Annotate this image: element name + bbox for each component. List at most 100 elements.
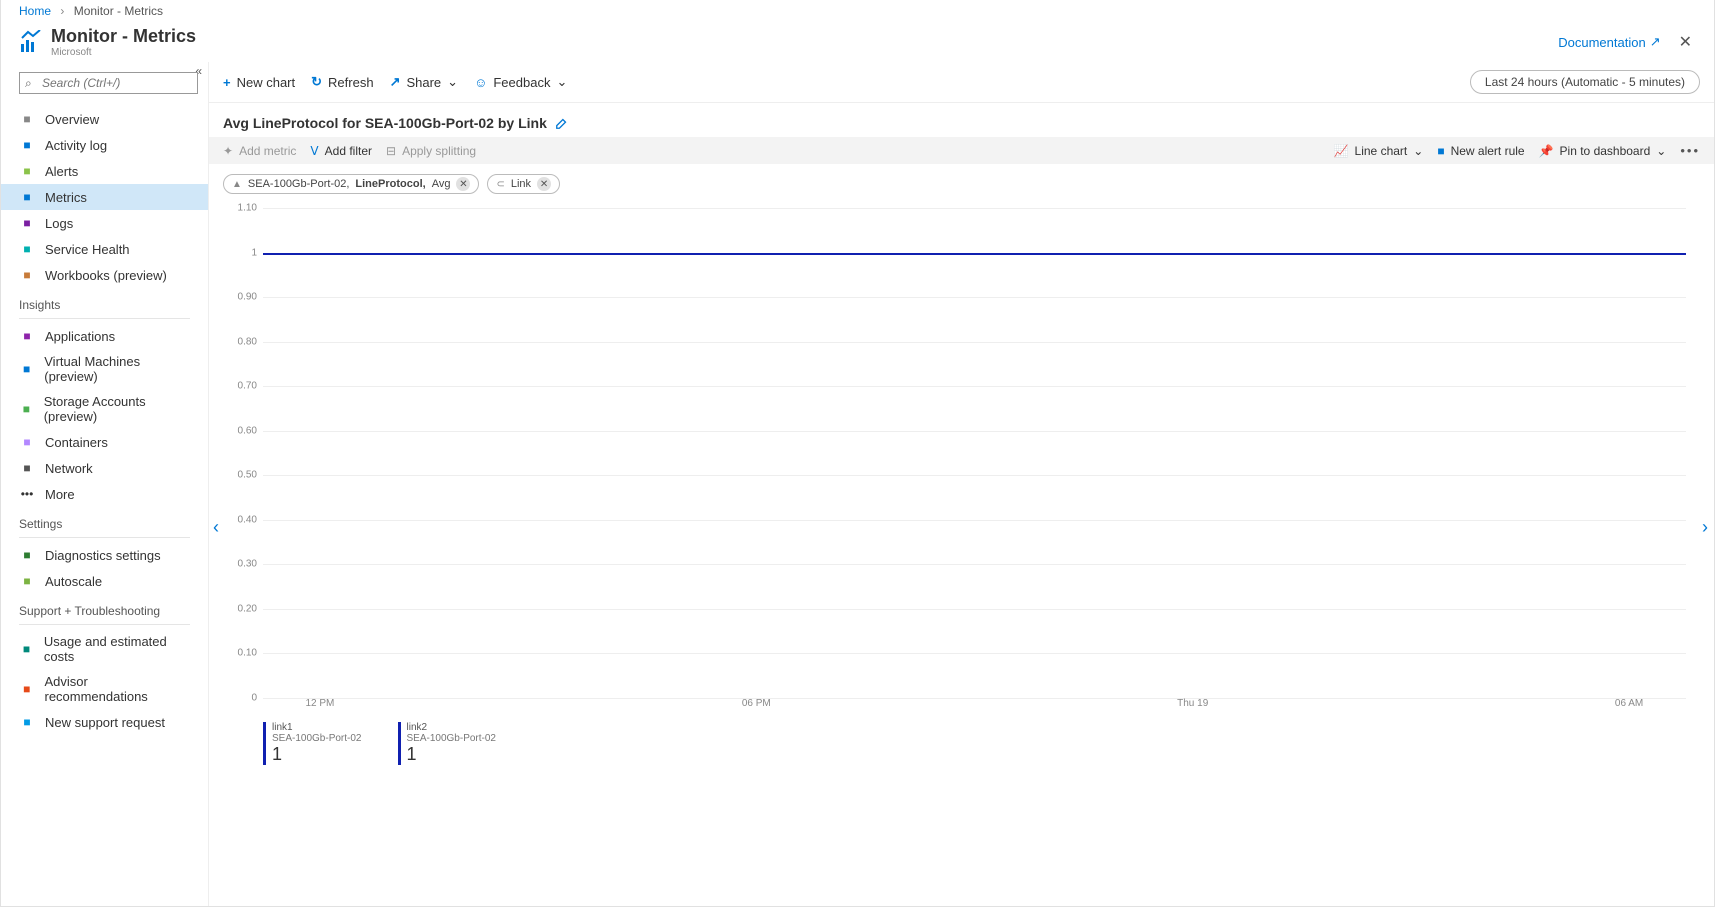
refresh-button[interactable]: ↻Refresh [311, 74, 373, 90]
metric-pill-metric: LineProtocol, [355, 178, 425, 190]
metric-pill-agg: Avg [432, 178, 451, 190]
sidebar-item-workbooks-preview-[interactable]: ■ Workbooks (preview) [1, 262, 208, 288]
sidebar-item-virtual-machines-preview-[interactable]: ■Virtual Machines (preview) [1, 349, 208, 389]
usage-icon: ■ [19, 641, 34, 657]
search-icon: ⌕ [25, 76, 32, 91]
sidebar-item-metrics[interactable]: ■Metrics [1, 184, 208, 210]
support-icon: ■ [19, 714, 35, 730]
legend-item[interactable]: link2SEA-100Gb-Port-021 [398, 722, 497, 765]
new-alert-rule-button[interactable]: ■New alert rule [1437, 144, 1524, 158]
sidebar-item-label: Overview [45, 112, 99, 127]
new-chart-button[interactable]: +New chart [223, 75, 295, 90]
time-range-picker[interactable]: Last 24 hours (Automatic - 5 minutes) [1470, 70, 1700, 94]
legend-resource-name: SEA-100Gb-Port-02 [272, 733, 362, 744]
main-content: +New chart ↻Refresh ↗Share ⌄ ☺Feedback ⌄… [209, 62, 1714, 906]
sidebar-search-input[interactable] [19, 72, 198, 94]
metric-pill[interactable]: ▲ SEA-100Gb-Port-02, LineProtocol, Avg ✕ [223, 174, 479, 194]
sidebar-item-activity-log[interactable]: ■Activity log [1, 132, 208, 158]
sidebar-item-label: Autoscale [45, 574, 102, 589]
edit-title-button[interactable] [555, 116, 569, 130]
sidebar-item-autoscale[interactable]: ■Autoscale [1, 568, 208, 594]
add-filter-button[interactable]: ᐯAdd filter [310, 144, 372, 158]
sidebar-item-label: Applications [45, 329, 115, 344]
sidebar-item-diagnostics-settings[interactable]: ■Diagnostics settings [1, 542, 208, 568]
apply-splitting-button[interactable]: ⊟Apply splitting [386, 144, 476, 158]
sidebar-item-service-health[interactable]: ■Service Health [1, 236, 208, 262]
page-title: Monitor - Metrics [51, 26, 1558, 47]
remove-split-button[interactable]: ✕ [537, 177, 551, 191]
y-tick-label: 0.60 [238, 425, 257, 436]
legend-item[interactable]: link1SEA-100Gb-Port-021 [263, 722, 362, 765]
sidebar-item-advisor-recommendations[interactable]: ■Advisor recommendations [1, 669, 208, 709]
sidebar-item-logs[interactable]: ■Logs [1, 210, 208, 236]
y-tick-label: 0.10 [238, 648, 257, 659]
resource-icon: ▲ [232, 179, 242, 190]
sidebar-item-label: More [45, 487, 75, 502]
grid-line [263, 564, 1686, 565]
x-tick-label: Thu 19 [1177, 698, 1208, 709]
metric-pill-resource: SEA-100Gb-Port-02, [248, 178, 350, 190]
sidebar-item-usage-and-estimated-costs[interactable]: ■Usage and estimated costs [1, 629, 208, 669]
sidebar-item-more[interactable]: ••• More [1, 481, 208, 507]
sidebar: « ⌕ ■Overview■Activity log■Alerts■Metric… [1, 62, 209, 906]
grid-line [263, 609, 1686, 610]
share-button[interactable]: ↗Share ⌄ [390, 74, 459, 90]
pin-to-dashboard-button[interactable]: 📌Pin to dashboard ⌄ [1539, 144, 1667, 158]
sidebar-item-network[interactable]: ■Network [1, 455, 208, 481]
chart-title: Avg LineProtocol for SEA-100Gb-Port-02 b… [223, 115, 547, 131]
documentation-link[interactable]: Documentation ↗ [1558, 34, 1660, 50]
y-tick-label: 0.80 [238, 336, 257, 347]
workbooks-icon: ■ [19, 267, 35, 283]
plus-icon: + [223, 75, 231, 90]
service-health-icon: ■ [19, 241, 35, 257]
more-actions-button[interactable]: ••• [1680, 143, 1700, 158]
network-icon: ■ [19, 460, 35, 476]
grid-line [263, 297, 1686, 298]
main-toolbar: +New chart ↻Refresh ↗Share ⌄ ☺Feedback ⌄… [209, 62, 1714, 103]
sidebar-item-storage-accounts-preview-[interactable]: ■Storage Accounts (preview) [1, 389, 208, 429]
sidebar-heading-support: Support + Troubleshooting [1, 594, 208, 620]
split-pill[interactable]: ⊂ Link ✕ [487, 174, 560, 194]
remove-metric-button[interactable]: ✕ [456, 177, 470, 191]
grid-line [263, 520, 1686, 521]
grid-line [263, 386, 1686, 387]
filter-icon: ᐯ [310, 144, 318, 158]
y-tick-label: 0.20 [238, 603, 257, 614]
sidebar-item-applications[interactable]: ■Applications [1, 323, 208, 349]
add-metric-button[interactable]: ✦Add metric [223, 144, 296, 158]
breadcrumb-home[interactable]: Home [19, 4, 51, 18]
chart-series-line [263, 253, 1686, 255]
sidebar-item-alerts[interactable]: ■Alerts [1, 158, 208, 184]
close-button[interactable]: ✕ [1675, 32, 1696, 52]
chart-type-selector[interactable]: 📈Line chart ⌄ [1334, 144, 1424, 158]
chart-plot[interactable]: 1.1010.900.800.700.600.500.400.300.200.1… [263, 208, 1686, 698]
sidebar-heading-settings: Settings [1, 507, 208, 533]
more-icon: ••• [19, 486, 35, 502]
legend-value: 1 [407, 744, 497, 765]
sidebar-item-overview[interactable]: ■ Overview [1, 106, 208, 132]
sidebar-item-label: Activity log [45, 138, 107, 153]
y-tick-label: 0 [251, 693, 257, 704]
sidebar-item-label: Metrics [45, 190, 87, 205]
chart-next-button[interactable]: › [1702, 517, 1708, 538]
sidebar-item-label: Workbooks (preview) [45, 268, 167, 283]
feedback-button[interactable]: ☺Feedback ⌄ [474, 74, 567, 90]
grid-line [263, 342, 1686, 343]
sidebar-item-containers[interactable]: ■Containers [1, 429, 208, 455]
page-header: Monitor - Metrics Microsoft Documentatio… [1, 24, 1714, 62]
overview-icon: ■ [19, 111, 35, 127]
split-icon: ⊟ [386, 144, 396, 158]
breadcrumb: Home › Monitor - Metrics [1, 0, 1714, 24]
chevron-down-icon: ⌄ [556, 74, 567, 90]
chart-prev-button[interactable]: ‹ [213, 517, 219, 538]
vm-icon: ■ [19, 361, 34, 377]
split-pill-label: Link [511, 178, 531, 190]
y-tick-label: 0.50 [238, 470, 257, 481]
x-tick-label: 06 PM [742, 698, 771, 709]
legend-resource-name: SEA-100Gb-Port-02 [407, 733, 497, 744]
sidebar-item-label: Diagnostics settings [45, 548, 161, 563]
chart-area: ‹ › 1.1010.900.800.700.600.500.400.300.2… [209, 198, 1714, 906]
sidebar-item-label: Alerts [45, 164, 78, 179]
containers-icon: ■ [19, 434, 35, 450]
sidebar-item-new-support-request[interactable]: ■New support request [1, 709, 208, 735]
